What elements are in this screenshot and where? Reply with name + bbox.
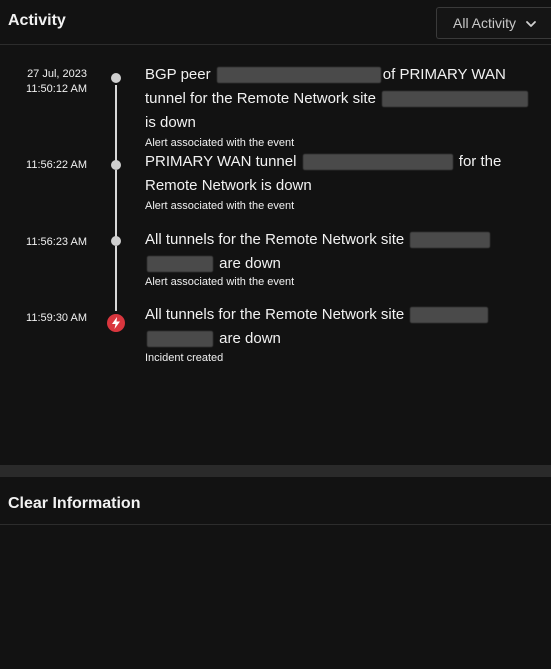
activity-header: Activity All Activity: [0, 0, 551, 45]
event-time: 11:56:22 AM: [26, 159, 87, 171]
timeline-connector: [115, 246, 117, 311]
timeline-dot: [111, 160, 121, 170]
section-divider: [0, 465, 551, 477]
timeline-connector: [115, 85, 117, 162]
redacted-value: [382, 91, 529, 108]
clear-information-title: Clear Information: [8, 495, 141, 512]
event-message: PRIMARY WAN tunnel for the Remote Networ…: [145, 153, 502, 194]
activity-timeline: 27 Jul, 2023 11:50:12 AM BGP peer of PRI…: [0, 45, 551, 465]
redacted-value: [410, 307, 489, 324]
event-subtext: Alert associated with the event: [145, 276, 295, 288]
event-subtext: Alert associated with the event: [145, 200, 295, 212]
timeline-dot: [111, 73, 121, 83]
event-message: All tunnels for the Remote Network site …: [145, 228, 545, 276]
activity-title: Activity: [8, 12, 66, 29]
timeline-dot: [111, 236, 121, 246]
redacted-value: [147, 331, 213, 348]
incident-icon: [107, 314, 125, 332]
event-date: 27 Jul, 2023: [27, 68, 87, 80]
redacted-value: [147, 256, 213, 273]
event-message: BGP peer of PRIMARY WAN tunnel for the R…: [145, 63, 545, 135]
redacted-value: [216, 67, 381, 84]
redacted-value: [410, 232, 491, 249]
redacted-value: [302, 154, 453, 171]
clear-information-header: Clear Information: [0, 477, 551, 525]
event-time: 11:50:12 AM: [26, 83, 87, 95]
chevron-down-icon: [525, 17, 537, 29]
event-time: 11:59:30 AM: [26, 312, 87, 324]
activity-filter-label: All Activity: [453, 15, 517, 31]
event-message: All tunnels for the Remote Network site …: [145, 303, 545, 351]
event-subtext: Incident created: [145, 352, 224, 364]
event-time: 11:56:23 AM: [26, 236, 87, 248]
timeline-connector: [115, 170, 117, 237]
event-subtext: Alert associated with the event: [145, 137, 295, 149]
activity-filter-dropdown[interactable]: All Activity: [436, 7, 551, 39]
